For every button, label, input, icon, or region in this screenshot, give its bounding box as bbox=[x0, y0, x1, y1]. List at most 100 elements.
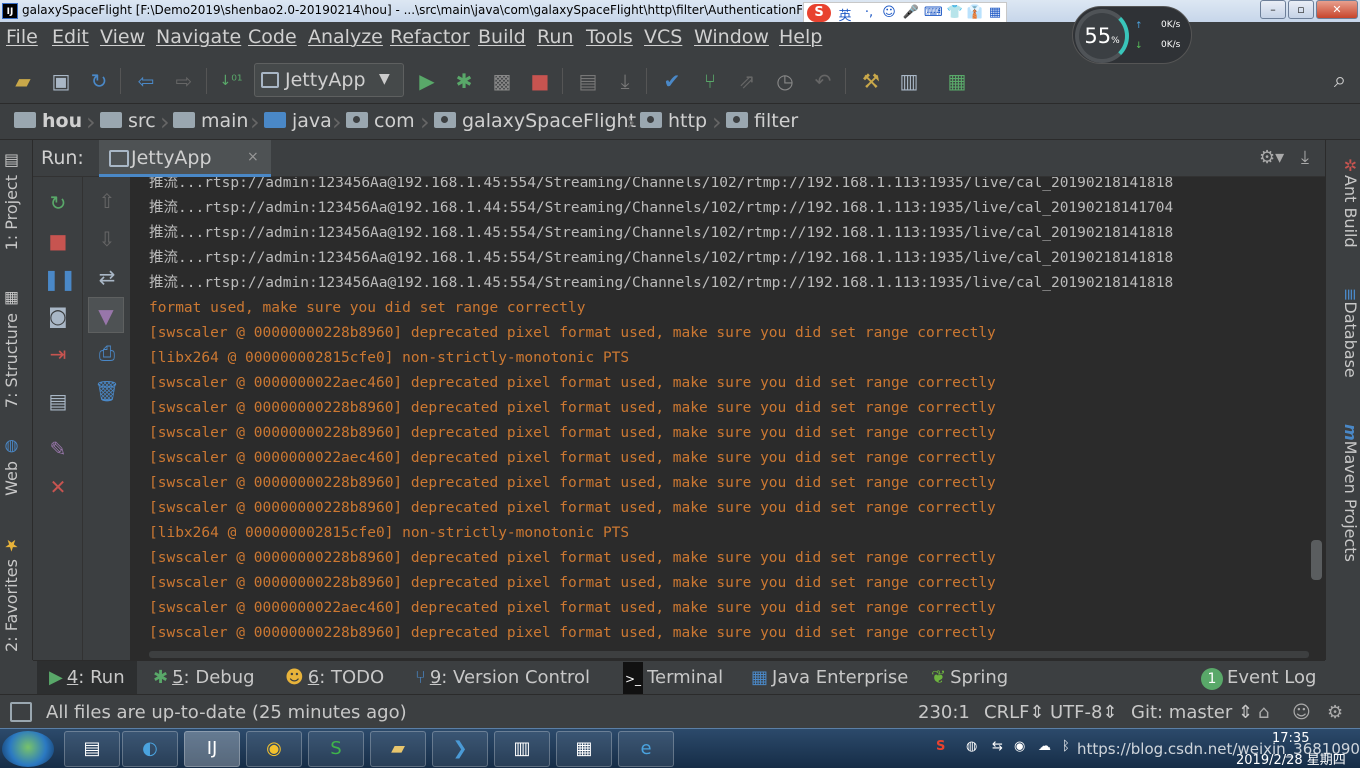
toggle-tool-windows-icon[interactable] bbox=[10, 702, 32, 722]
punctuation-icon[interactable]: ·, bbox=[860, 5, 878, 20]
menu-view[interactable]: View bbox=[100, 26, 145, 48]
calc-icon[interactable]: ▦ bbox=[556, 731, 612, 767]
breadcrumb-hou[interactable]: hou bbox=[14, 110, 82, 132]
menu-build[interactable]: Build bbox=[478, 26, 526, 48]
save-icon[interactable]: ▣ bbox=[48, 68, 74, 94]
sync-icon[interactable]: ↻ bbox=[86, 68, 112, 94]
close-icon[interactable]: ✕ bbox=[43, 473, 73, 501]
sdk-icon[interactable]: ▥ bbox=[896, 68, 922, 94]
menu-tools[interactable]: Tools bbox=[586, 26, 633, 48]
ie-icon[interactable]: e bbox=[618, 731, 674, 767]
menu-run[interactable]: Run bbox=[537, 26, 573, 48]
tab-java-enterprise[interactable]: ▦ Java Enterprise bbox=[751, 661, 908, 695]
horizontal-scrollbar[interactable] bbox=[149, 651, 1309, 658]
bluetooth-tray-icon[interactable]: ᛒ bbox=[1062, 739, 1070, 754]
login-icon[interactable]: ⇥ bbox=[43, 340, 73, 368]
breadcrumb-com[interactable]: com bbox=[346, 110, 415, 132]
start-button[interactable] bbox=[2, 731, 54, 767]
breadcrumb-filter[interactable]: filter bbox=[726, 110, 798, 132]
camera-icon[interactable]: ◙ bbox=[43, 302, 73, 330]
dolphin-icon[interactable]: ◐ bbox=[122, 731, 178, 767]
vcs-commit-icon[interactable]: ✔ bbox=[659, 68, 685, 94]
toolbox-icon[interactable]: ▦ bbox=[986, 5, 1004, 20]
stop-icon[interactable]: ■ bbox=[43, 227, 73, 255]
inspector-icon[interactable]: ☺ bbox=[1292, 702, 1311, 723]
sogou-logo-icon[interactable]: S bbox=[807, 4, 831, 22]
pause-icon[interactable]: ❚❚ bbox=[43, 265, 77, 293]
arrow-down-icon[interactable]: ⇩ bbox=[92, 225, 122, 253]
forward-icon[interactable]: ⇨ bbox=[171, 68, 197, 94]
notepad-icon[interactable]: ▥ bbox=[494, 731, 550, 767]
scroll-to-end-icon[interactable]: ▼ bbox=[88, 297, 124, 333]
breadcrumb-main[interactable]: main bbox=[173, 110, 248, 132]
emoji-icon[interactable]: ☺ bbox=[880, 5, 898, 20]
print-icon[interactable]: ⎙ bbox=[92, 339, 122, 367]
wechat-tray-icon[interactable]: ◍ bbox=[966, 739, 977, 754]
menu-code[interactable]: Code bbox=[248, 26, 297, 48]
vcs-push-icon[interactable]: ⇗ bbox=[734, 68, 760, 94]
menu-navigate[interactable]: Navigate bbox=[156, 26, 241, 48]
soft-wrap-icon[interactable]: ⇄ bbox=[92, 263, 122, 291]
tab-maven-projects[interactable]: mMaven Projects bbox=[1330, 424, 1360, 562]
file-encoding[interactable]: UTF-8⇕ bbox=[1050, 702, 1118, 723]
vscode-icon[interactable]: ❯ bbox=[432, 731, 488, 767]
tab-favorites[interactable]: 2: Favorites★ bbox=[2, 536, 32, 652]
speed-widget[interactable]: 55% ↑ 0K/s ↓ 0K/s bbox=[1072, 6, 1192, 64]
network-tray-icon[interactable]: ⇆ bbox=[992, 739, 1003, 754]
keyboard-icon[interactable]: ⌨ bbox=[924, 5, 943, 20]
tab-spring[interactable]: ❦ Spring bbox=[931, 661, 1008, 695]
breadcrumb-galaxyspaceflight[interactable]: galaxySpaceFlight bbox=[434, 110, 636, 132]
debug-icon[interactable]: ✱ bbox=[451, 68, 477, 94]
plugin-icon[interactable]: ▦ bbox=[944, 68, 970, 94]
tab-todo[interactable]: ☻ 6: TODO bbox=[285, 661, 384, 695]
project-structure-icon[interactable]: ▤ bbox=[575, 68, 601, 94]
tab-event-log[interactable]: 1 Event Log bbox=[1201, 661, 1316, 695]
vcs-branch-icon[interactable]: ⑂ bbox=[697, 68, 723, 94]
menu-edit[interactable]: Edit bbox=[52, 26, 89, 48]
git-branch[interactable]: Git: master ⇕ bbox=[1131, 702, 1253, 723]
tab-debug[interactable]: ✱ 5: Debug bbox=[153, 661, 255, 695]
user-icon[interactable]: 👔 bbox=[966, 5, 984, 20]
vertical-scrollbar[interactable] bbox=[1311, 540, 1322, 580]
tab-jettyapp[interactable]: JettyApp × bbox=[99, 140, 271, 177]
trash-icon[interactable]: 🗑 bbox=[92, 377, 122, 405]
chrome-tray-icon[interactable]: ◉ bbox=[1014, 739, 1025, 754]
layout-icon[interactable]: ▤ bbox=[43, 387, 73, 415]
back-icon[interactable]: ⇦ bbox=[133, 68, 159, 94]
tab-web[interactable]: Web◍ bbox=[2, 438, 32, 496]
settings-icon[interactable]: ⚒ bbox=[858, 68, 884, 94]
gear-icon[interactable]: ⚙▾ bbox=[1259, 147, 1284, 168]
tab-version-control[interactable]: ⑂ 9: Version Control bbox=[415, 661, 590, 695]
coverage-icon[interactable]: ▩ bbox=[489, 68, 515, 94]
explorer-icon[interactable]: ▤ bbox=[64, 731, 120, 767]
chrome-icon[interactable]: ◉ bbox=[246, 731, 302, 767]
build-icon[interactable]: ↓⁰¹ bbox=[218, 68, 244, 94]
microphone-icon[interactable]: 🎤 bbox=[902, 5, 920, 20]
menu-help[interactable]: Help bbox=[779, 26, 822, 48]
search-icon[interactable]: ⌕ bbox=[1327, 68, 1353, 94]
run-icon[interactable]: ▶ bbox=[414, 68, 440, 94]
breadcrumb-java[interactable]: java bbox=[264, 110, 332, 132]
tab-run[interactable]: ▶ 4: Run bbox=[37, 661, 137, 695]
menu-refactor[interactable]: Refactor bbox=[390, 26, 470, 48]
breadcrumb-http[interactable]: http bbox=[640, 110, 707, 132]
tab-ant-build[interactable]: ✲Ant Build bbox=[1330, 156, 1360, 248]
folder-icon[interactable]: ▰ bbox=[370, 731, 426, 767]
lock-icon[interactable]: ⌂ bbox=[1258, 702, 1269, 723]
update-icon[interactable]: ⤓ bbox=[612, 68, 638, 94]
line-separator[interactable]: CRLF⇕ bbox=[984, 702, 1045, 723]
run-configuration-dropdown[interactable]: JettyApp ▼ bbox=[254, 63, 404, 97]
tab-database[interactable]: ≣Database bbox=[1330, 288, 1360, 378]
menu-vcs[interactable]: VCS bbox=[644, 26, 682, 48]
memory-icon[interactable]: ⚙ bbox=[1327, 702, 1343, 723]
arrow-up-icon[interactable]: ⇧ bbox=[92, 187, 122, 215]
console-output[interactable]: 推流...rtsp://admin:123456Aa@192.168.1.45:… bbox=[131, 177, 1325, 660]
tab-terminal[interactable]: >_ Terminal bbox=[623, 661, 723, 696]
cursor-position[interactable]: 230:1 bbox=[918, 702, 970, 723]
minimize-button[interactable]: – bbox=[1260, 0, 1286, 19]
menu-window[interactable]: Window bbox=[694, 26, 769, 48]
pin-icon[interactable]: ✎ bbox=[43, 435, 73, 463]
rerun-icon[interactable]: ↻ bbox=[43, 189, 73, 217]
menu-analyze[interactable]: Analyze bbox=[308, 26, 383, 48]
maximize-button[interactable]: ▫ bbox=[1288, 0, 1314, 19]
